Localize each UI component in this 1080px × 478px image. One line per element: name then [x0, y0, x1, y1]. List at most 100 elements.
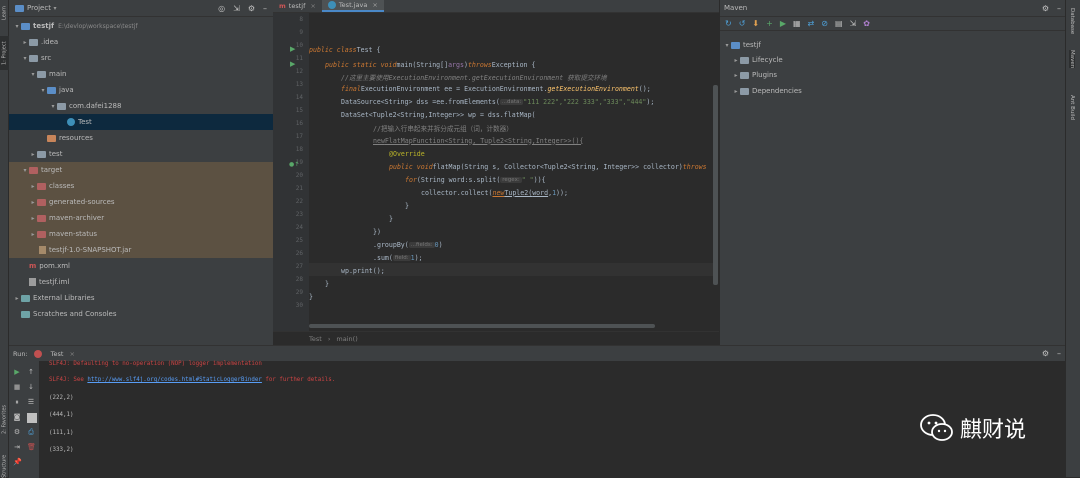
- trash-icon[interactable]: 🗑: [27, 443, 36, 451]
- chevron-right-icon[interactable]: ▸: [21, 39, 29, 46]
- generate-sources-icon[interactable]: ↺: [739, 19, 746, 28]
- scroll-down-icon[interactable]: ↓: [27, 383, 35, 391]
- tab-test-java[interactable]: Test.java ×: [321, 0, 384, 12]
- project-panel-title[interactable]: Project: [27, 4, 51, 12]
- chevron-right-icon[interactable]: ▸: [732, 88, 740, 95]
- soft-wrap-icon[interactable]: ☰: [27, 398, 35, 406]
- horizontal-scrollbar[interactable]: [309, 324, 655, 328]
- chevron-right-icon[interactable]: ▸: [29, 215, 37, 222]
- favorites-tool-tab[interactable]: 2: Favorites: [0, 400, 9, 438]
- download-icon[interactable]: ⬇: [752, 19, 759, 28]
- tree-item-iml[interactable]: testjf.iml: [9, 274, 273, 290]
- collapse-all-icon[interactable]: ⇲: [850, 19, 857, 28]
- console-output[interactable]: SLF4J: Defaulting to no-operation (NOP) …: [39, 361, 1065, 478]
- gear-icon[interactable]: ⚙: [1042, 349, 1049, 358]
- run-icon[interactable]: ▶: [290, 60, 295, 68]
- code-string: " ": [521, 175, 534, 184]
- database-tool-tab[interactable]: Database: [1069, 8, 1075, 34]
- maven-tool-tab[interactable]: Maven: [1069, 50, 1075, 69]
- chevron-down-icon[interactable]: ▾: [39, 87, 47, 94]
- chevron-right-icon[interactable]: ▸: [732, 57, 740, 64]
- console-line: (222,2): [49, 395, 74, 401]
- hide-icon[interactable]: –: [1057, 4, 1061, 13]
- tree-item-idea[interactable]: ▸ .idea: [9, 34, 273, 50]
- pin-icon[interactable]: 📌: [13, 458, 22, 466]
- project-tool-tab[interactable]: 1: Project: [0, 36, 9, 70]
- tree-item-generated-sources[interactable]: ▸ generated-sources: [9, 194, 273, 210]
- tree-item-test-folder[interactable]: ▸ test: [9, 146, 273, 162]
- tree-item-package[interactable]: ▾ com.dafei1288: [9, 98, 273, 114]
- settings-icon[interactable]: ✿: [863, 19, 870, 28]
- chevron-right-icon[interactable]: ▸: [29, 231, 37, 238]
- close-icon[interactable]: ×: [310, 2, 315, 10]
- tree-item-classes[interactable]: ▸ classes: [9, 178, 273, 194]
- console-link[interactable]: http://www.slf4j.org/codes.html#StaticLo…: [87, 377, 262, 383]
- chevron-down-icon[interactable]: ▾: [723, 42, 731, 49]
- chevron-down-icon[interactable]: ▾: [49, 103, 57, 110]
- chevron-right-icon[interactable]: ▸: [13, 295, 21, 302]
- stop-icon[interactable]: ■: [13, 383, 21, 391]
- gear-icon[interactable]: ⚙: [1042, 4, 1049, 13]
- exit-icon[interactable]: ⇥: [13, 443, 21, 451]
- tree-item-java[interactable]: ▾ java: [9, 82, 273, 98]
- settings-icon[interactable]: ⚙: [13, 428, 21, 436]
- pause-icon[interactable]: ⏸: [13, 398, 21, 406]
- tree-item-pom[interactable]: m pom.xml: [9, 258, 273, 274]
- chevron-right-icon[interactable]: ▸: [29, 199, 37, 206]
- tree-item-scratches[interactable]: Scratches and Consoles: [9, 306, 273, 322]
- maven-tree-lifecycle[interactable]: ▸ Lifecycle: [720, 52, 1065, 68]
- tree-item-src[interactable]: ▾ src: [9, 50, 273, 66]
- tree-item-maven-archiver[interactable]: ▸ maven-archiver: [9, 210, 273, 226]
- vertical-scrollbar[interactable]: [713, 85, 718, 285]
- breadcrumb-item[interactable]: main(): [336, 335, 357, 343]
- maven-tree-testjf[interactable]: ▾ testjf: [720, 37, 1065, 53]
- tree-item-testjf[interactable]: ▾ testjf E:\devlop\workspace\testjf: [9, 18, 273, 34]
- tree-item-target[interactable]: ▾ target: [9, 162, 273, 178]
- print-icon[interactable]: ⎙: [27, 428, 35, 436]
- tab-testjf[interactable]: m testjf ×: [273, 0, 322, 12]
- override-icon[interactable]: ●↑: [289, 161, 299, 168]
- scroll-to-end-icon[interactable]: [27, 413, 37, 423]
- show-dependencies-icon[interactable]: ▤: [835, 19, 843, 28]
- learn-tab[interactable]: Learn: [0, 2, 9, 24]
- locate-icon[interactable]: ◎: [218, 4, 225, 13]
- gear-icon[interactable]: ⚙: [248, 4, 255, 13]
- close-icon[interactable]: ×: [69, 350, 74, 358]
- tree-item-maven-status[interactable]: ▸ maven-status: [9, 226, 273, 242]
- chevron-right-icon[interactable]: ▸: [29, 151, 37, 158]
- chevron-down-icon[interactable]: ▾: [21, 55, 29, 62]
- camera-icon[interactable]: ◙: [13, 413, 21, 421]
- close-icon[interactable]: ×: [372, 1, 377, 9]
- keyword: final: [341, 84, 361, 93]
- chevron-right-icon[interactable]: ▸: [732, 72, 740, 79]
- add-icon[interactable]: +: [766, 19, 773, 28]
- refresh-icon[interactable]: ↻: [725, 19, 732, 28]
- ant-build-tool-tab[interactable]: Ant Build: [1069, 95, 1075, 120]
- chevron-right-icon[interactable]: ▸: [29, 183, 37, 190]
- tree-item-jar[interactable]: testjf-1.0-SNAPSHOT.jar: [9, 242, 273, 258]
- run-icon[interactable]: ▶: [780, 19, 786, 28]
- collapse-icon[interactable]: ⇲: [233, 4, 240, 13]
- toggle-offline-icon[interactable]: ⇄: [808, 19, 815, 28]
- chevron-down-icon[interactable]: ▾: [51, 5, 59, 12]
- maven-tree-plugins[interactable]: ▸ Plugins: [720, 67, 1065, 83]
- tree-item-label: test: [49, 150, 63, 158]
- run-tab[interactable]: Test: [51, 350, 64, 358]
- breadcrumb-item[interactable]: Test: [309, 335, 322, 343]
- chevron-down-icon[interactable]: ▾: [21, 167, 29, 174]
- chevron-down-icon[interactable]: ▾: [13, 23, 21, 30]
- run-icon[interactable]: ▶: [290, 45, 295, 53]
- tree-item-main[interactable]: ▾ main: [9, 66, 273, 82]
- tree-item-test-class[interactable]: Test: [9, 114, 273, 130]
- scroll-up-icon[interactable]: ↑: [27, 368, 35, 376]
- execute-goal-icon[interactable]: ▦: [793, 19, 801, 28]
- hide-icon[interactable]: –: [263, 4, 267, 13]
- structure-tool-tab[interactable]: Structure: [0, 454, 9, 477]
- hide-icon[interactable]: –: [1057, 349, 1061, 358]
- maven-tree-dependencies[interactable]: ▸ Dependencies: [720, 83, 1065, 99]
- skip-tests-icon[interactable]: ⊘: [821, 19, 828, 28]
- rerun-icon[interactable]: ▶: [13, 368, 21, 376]
- chevron-down-icon[interactable]: ▾: [29, 71, 37, 78]
- tree-item-external-libraries[interactable]: ▸ External Libraries: [9, 290, 273, 306]
- tree-item-resources[interactable]: resources: [9, 130, 273, 146]
